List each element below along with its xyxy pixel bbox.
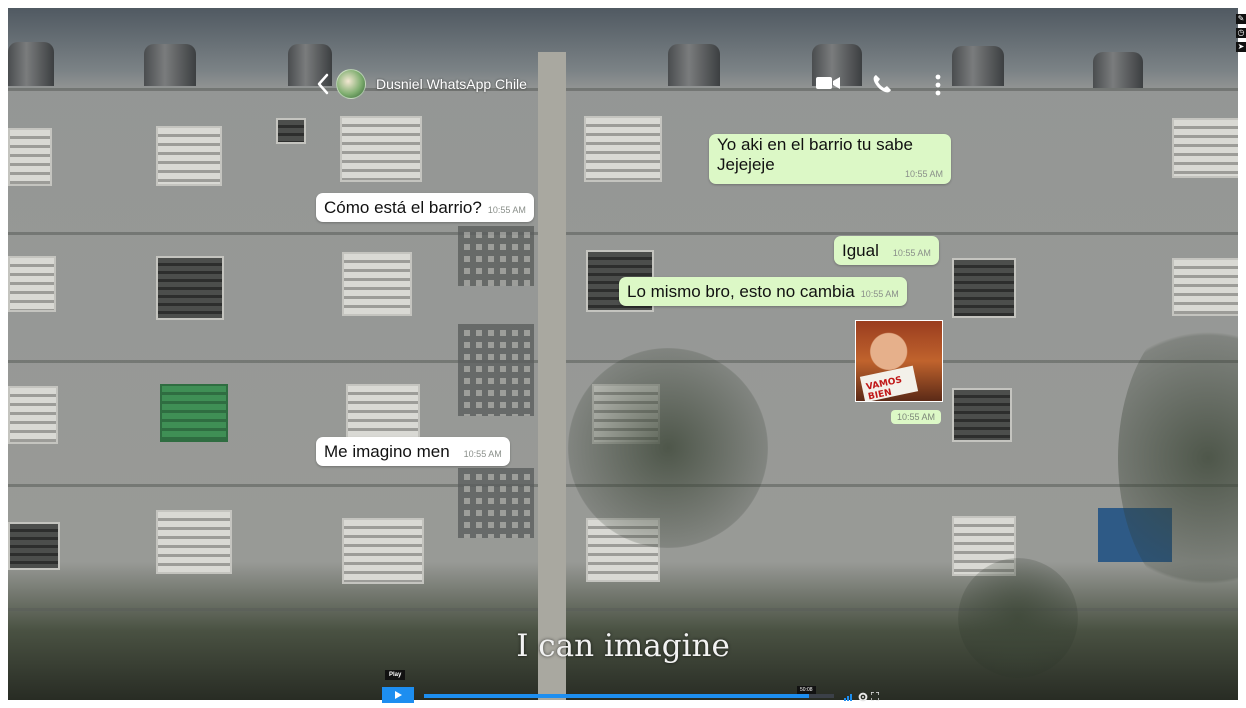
roof-water-tank xyxy=(144,44,196,86)
message-text: Igual xyxy=(842,241,879,260)
side-clock-icon[interactable]: ◷ xyxy=(1236,28,1246,38)
message-time: 10:55 AM xyxy=(860,289,899,299)
building-window xyxy=(8,256,56,312)
building-window xyxy=(342,252,412,316)
more-options-icon[interactable] xyxy=(934,74,942,96)
message-bubble-incoming[interactable]: Me imagino men 10:55 AM xyxy=(316,437,510,466)
gear-icon[interactable] xyxy=(858,692,868,702)
message-text: Lo mismo bro, esto no cambia xyxy=(627,282,855,301)
building-window xyxy=(340,116,422,182)
building-floor-line xyxy=(8,232,1238,235)
building-window xyxy=(584,116,662,182)
tree xyxy=(1118,308,1238,608)
play-icon xyxy=(395,691,402,699)
fullscreen-icon[interactable] xyxy=(871,692,879,701)
play-button[interactable] xyxy=(382,687,414,703)
play-tooltip: Play xyxy=(385,670,406,680)
building-window xyxy=(156,256,224,320)
contact-name[interactable]: Dusniel WhatsApp Chile xyxy=(376,76,527,92)
message-time: 10:55 AM xyxy=(904,169,943,179)
building-window xyxy=(342,518,424,584)
building-window xyxy=(1172,118,1238,178)
building-floor-line xyxy=(8,88,1238,91)
message-time: 10:55 AM xyxy=(891,410,942,424)
newspaper: VAMOS BIEN xyxy=(859,365,919,401)
progress-fill xyxy=(424,694,810,698)
stairwell-block xyxy=(458,324,534,416)
video-frame[interactable] xyxy=(8,8,1238,700)
side-share-icon[interactable]: ✎ xyxy=(1236,14,1246,24)
message-time: 10:55 AM xyxy=(463,449,502,459)
message-bubble-outgoing[interactable]: Yo aki en el barrio tu sabe Jejejeje 10:… xyxy=(709,134,951,184)
building-window xyxy=(952,388,1012,442)
utility-pole xyxy=(538,52,566,700)
stairwell-block xyxy=(458,226,534,286)
message-time: 10:55 AM xyxy=(892,248,931,258)
building-window xyxy=(8,386,58,444)
back-arrow-icon[interactable] xyxy=(316,73,330,95)
roof-water-tank xyxy=(1093,52,1143,88)
side-send-icon[interactable]: ➤ xyxy=(1236,42,1246,52)
video-call-icon[interactable] xyxy=(815,74,841,92)
meme-image[interactable]: VAMOS BIEN xyxy=(855,320,943,402)
tree xyxy=(568,348,768,548)
message-bubble-outgoing[interactable]: Igual 10:55 AM xyxy=(834,236,939,265)
message-text: Cómo está el barrio? xyxy=(324,198,482,217)
message-time: 10:55 AM xyxy=(487,205,526,215)
roof-water-tank xyxy=(952,46,1004,86)
video-subtitle: I can imagine xyxy=(516,628,730,664)
message-text: Yo aki en el barrio tu sabe xyxy=(717,135,913,154)
message-text: Me imagino men xyxy=(324,442,450,461)
roof-water-tank xyxy=(8,42,54,86)
roof-water-tank xyxy=(668,44,720,86)
building-window xyxy=(952,258,1016,318)
building-window xyxy=(346,384,420,444)
side-toolbar: ✎ ◷ ➤ xyxy=(1236,14,1246,56)
volume-icon[interactable] xyxy=(844,693,854,701)
chat-header: Dusniel WhatsApp Chile xyxy=(316,69,527,99)
avatar[interactable] xyxy=(336,69,366,99)
stairwell-block xyxy=(458,468,534,538)
building-window xyxy=(276,118,306,144)
message-bubble-outgoing[interactable]: Lo mismo bro, esto no cambia 10:55 AM xyxy=(619,277,907,306)
building-window xyxy=(156,126,222,186)
building-window xyxy=(8,522,60,570)
progress-bar[interactable] xyxy=(424,694,834,698)
message-bubble-incoming[interactable]: Cómo está el barrio? 10:55 AM xyxy=(316,193,534,222)
phone-icon[interactable] xyxy=(872,74,892,94)
time-tooltip: 50:08 xyxy=(797,686,816,694)
building-window-green xyxy=(160,384,228,442)
building-window xyxy=(8,128,52,186)
building-window xyxy=(156,510,232,574)
